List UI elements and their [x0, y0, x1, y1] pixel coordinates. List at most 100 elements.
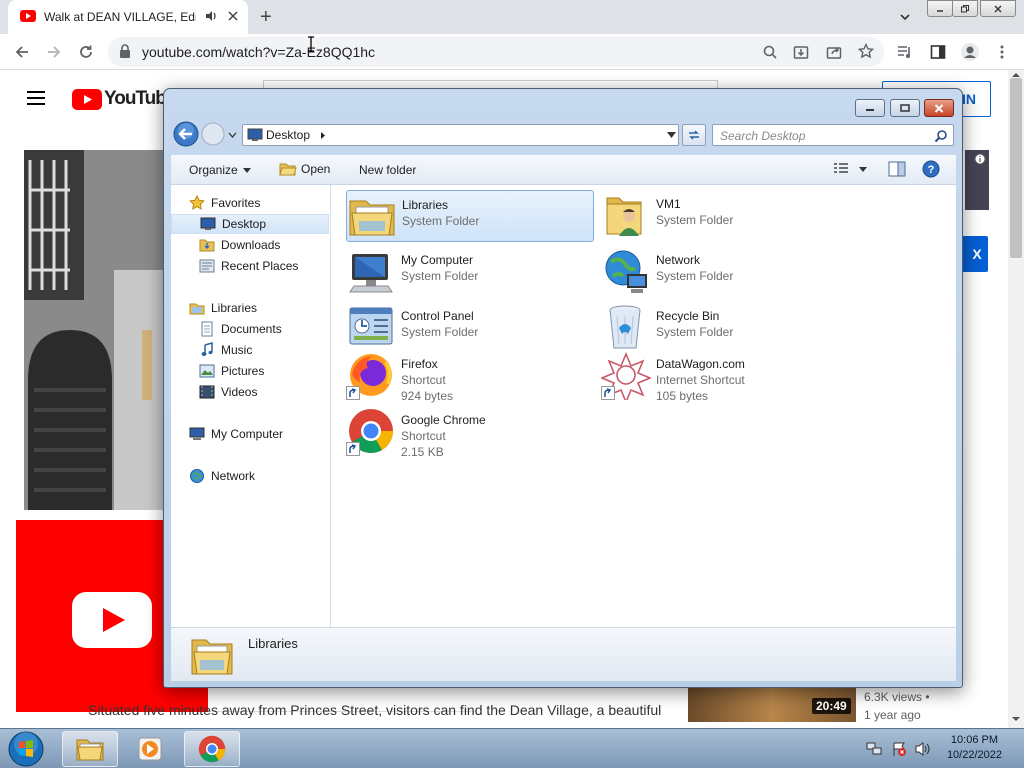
tab-title: Walk at DEAN VILLAGE, Edin [44, 10, 196, 24]
video-description: Situated five minutes away from Princes … [88, 702, 662, 718]
refresh-button[interactable] [682, 124, 706, 146]
taskbar-clock[interactable]: 10:06 PM 10/22/2022 [947, 733, 1002, 763]
nav-item-pictures[interactable]: Pictures [171, 361, 329, 381]
url-text[interactable]: youtube.com/watch?v=Za-Ez8QQ1hc [142, 44, 375, 60]
page-scrollbar-thumb[interactable] [1010, 78, 1022, 258]
nav-item-label: Downloads [221, 238, 281, 252]
profile-avatar-icon[interactable] [960, 42, 980, 62]
nav-libraries[interactable]: Libraries [171, 298, 329, 318]
explorer-search-box[interactable]: Search Desktop [712, 124, 954, 146]
file-type: System Folder [656, 269, 734, 283]
help-button[interactable]: ? [922, 160, 940, 178]
nav-item-videos[interactable]: Videos [171, 382, 329, 402]
install-app-icon[interactable] [793, 44, 809, 60]
explorer-forward-button[interactable] [201, 122, 225, 146]
search-placeholder[interactable]: Search Desktop [720, 129, 805, 143]
taskbar-explorer-button[interactable] [62, 731, 118, 767]
scroll-up-arrow-icon[interactable] [1011, 72, 1021, 78]
back-arrow-icon[interactable] [10, 40, 34, 64]
breadcrumb-arrow-icon[interactable] [320, 131, 326, 140]
file-item-datawagon[interactable]: DataWagon.com Internet Shortcut 105 byte… [601, 350, 849, 403]
media-player-icon [138, 737, 162, 761]
preview-pane-button[interactable] [888, 161, 906, 177]
scroll-down-arrow-icon[interactable] [1011, 716, 1021, 722]
youtube-logo[interactable]: YouTube [72, 88, 176, 110]
file-item-firefox[interactable]: Firefox Shortcut 924 bytes [346, 350, 594, 403]
nav-item-documents[interactable]: Documents [171, 319, 329, 339]
media-control-icon[interactable] [897, 44, 913, 60]
nav-item-downloads[interactable]: Downloads [171, 235, 329, 255]
audio-playing-icon[interactable] [204, 9, 218, 23]
network-tray-icon[interactable] [866, 741, 882, 757]
shortcut-arrow-icon [346, 386, 360, 400]
address-breadcrumb[interactable]: Desktop [266, 128, 310, 142]
volume-icon[interactable] [914, 741, 932, 757]
taskbar-media-player-button[interactable] [122, 731, 178, 767]
file-item-vm1[interactable]: VM1 System Folder [601, 190, 849, 242]
file-name: Libraries [402, 198, 449, 212]
file-item-control-panel[interactable]: Control Panel System Folder [346, 302, 594, 354]
file-size: 105 bytes [656, 389, 709, 403]
nav-network[interactable]: Network [171, 466, 329, 486]
nav-item-recent-places[interactable]: Recent Places [171, 256, 329, 276]
recommended-views: 6.3K views • [864, 690, 930, 704]
desktop-icon [200, 216, 216, 232]
nav-item-desktop[interactable]: Desktop [171, 214, 329, 234]
text-cursor-icon [307, 36, 315, 52]
maximize-button[interactable] [889, 99, 920, 117]
file-item-my-computer[interactable]: My Computer System Folder [346, 246, 594, 298]
open-button[interactable]: Open [279, 161, 330, 177]
share-icon[interactable] [826, 44, 842, 60]
tab-close-icon[interactable] [226, 9, 240, 23]
forward-arrow-icon[interactable] [42, 40, 66, 64]
hamburger-menu-icon[interactable] [26, 90, 46, 106]
explorer-back-button[interactable] [173, 121, 199, 147]
nav-favorites-label: Favorites [211, 196, 261, 210]
browser-close-button[interactable] [980, 0, 1016, 17]
bookmark-star-icon[interactable] [858, 43, 874, 59]
file-type: System Folder [656, 325, 734, 339]
libraries-icon [189, 300, 205, 316]
file-type: System Folder [401, 269, 479, 283]
lock-icon[interactable] [119, 44, 131, 58]
taskbar-chrome-button[interactable] [184, 731, 240, 767]
open-folder-icon [279, 163, 297, 176]
close-button[interactable] [924, 99, 954, 117]
file-name: Firefox [401, 357, 438, 371]
nav-favorites[interactable]: Favorites [171, 193, 329, 213]
details-libraries-icon [189, 632, 235, 678]
search-icon[interactable] [934, 129, 948, 143]
zoom-search-icon[interactable] [763, 45, 777, 59]
side-panel-icon[interactable] [930, 44, 946, 60]
browser-tab[interactable]: Walk at DEAN VILLAGE, Edin [8, 0, 248, 34]
refresh-arrows-icon [689, 130, 699, 140]
file-item-google-chrome[interactable]: Google Chrome Shortcut 2.15 KB [346, 406, 594, 459]
explorer-address-bar[interactable]: Desktop [242, 124, 679, 146]
youtube-play-logo-icon [72, 592, 152, 648]
control-panel-icon [346, 302, 396, 352]
browser-menu-icon[interactable] [995, 44, 1009, 60]
file-item-libraries[interactable]: Libraries System Folder [346, 190, 594, 242]
start-button[interactable] [6, 730, 46, 768]
shortcut-arrow-icon [601, 386, 615, 400]
video-player[interactable] [24, 150, 164, 510]
browser-minimize-button[interactable] [927, 0, 953, 17]
nav-item-music[interactable]: Music [171, 340, 329, 360]
new-folder-button[interactable]: New folder [359, 163, 416, 177]
change-view-button[interactable] [833, 162, 867, 176]
explorer-window[interactable]: Desktop Search Desktop Organize Open New… [163, 88, 963, 688]
new-tab-button[interactable]: + [260, 6, 272, 29]
file-item-network[interactable]: Network System Folder [601, 246, 849, 298]
action-center-flag-icon[interactable] [891, 741, 907, 757]
ad-info-icon[interactable] [974, 153, 986, 165]
minimize-button[interactable] [855, 99, 886, 117]
recent-pages-chevron-icon[interactable] [228, 132, 237, 138]
tab-search-icon[interactable] [898, 10, 912, 24]
file-item-recycle-bin[interactable]: Recycle Bin System Folder [601, 302, 849, 354]
browser-restore-button[interactable] [952, 0, 978, 17]
reload-icon[interactable] [74, 40, 98, 64]
address-dropdown-icon[interactable] [667, 132, 676, 138]
file-name: DataWagon.com [656, 357, 745, 371]
organize-button[interactable]: Organize [189, 163, 251, 177]
nav-my-computer[interactable]: My Computer [171, 424, 329, 444]
